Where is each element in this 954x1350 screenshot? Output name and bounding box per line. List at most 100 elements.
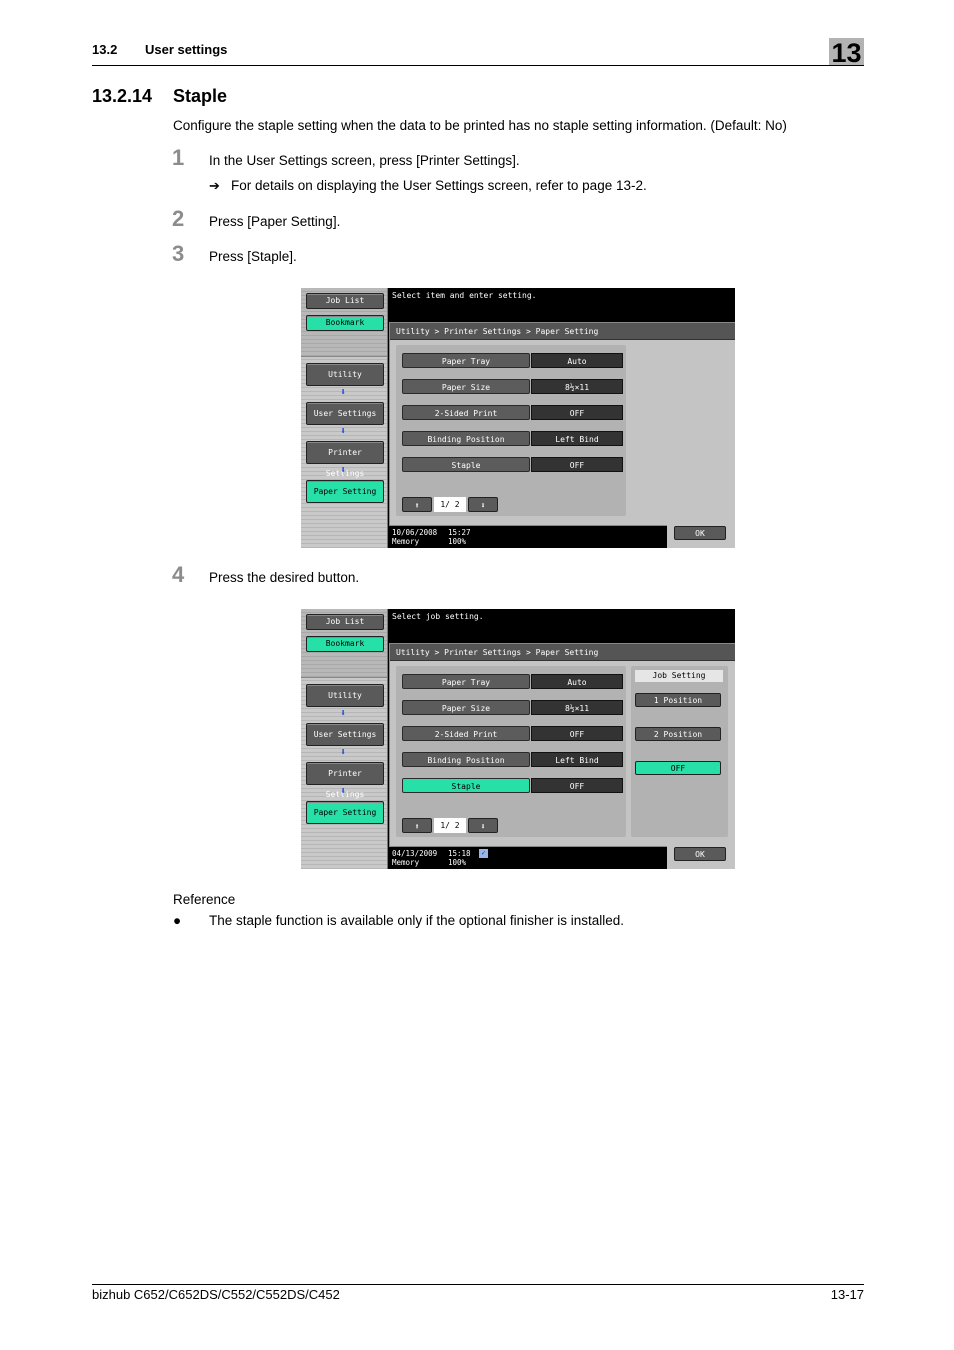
setting-row: Staple OFF <box>402 457 623 472</box>
staple-button[interactable]: Staple <box>402 778 530 793</box>
1-position-button[interactable]: 1 Position <box>635 693 721 707</box>
nav-printer-settings-button[interactable]: Printer Settings <box>306 441 384 478</box>
page-indicator: 1/ 2 <box>434 497 466 512</box>
chapter-number-badge: 13 <box>829 38 864 68</box>
setting-row: Binding Position Left Bind <box>402 431 623 446</box>
status-memory-label: Memory <box>392 537 420 546</box>
status-date-memory: 04/13/2009 Memory <box>392 849 437 867</box>
setting-row: Paper Size 8½×11 <box>402 700 623 715</box>
header-divider <box>92 65 864 66</box>
settings-panel: Utility > Printer Settings > Paper Setti… <box>389 643 735 847</box>
heading-number: 13.2.14 <box>92 86 153 106</box>
setting-value: OFF <box>531 778 623 793</box>
header-section-number: 13.2 <box>92 42 118 57</box>
nav-utility-button[interactable]: Utility <box>306 363 384 386</box>
job-setting-panel: Job Setting 1 Position 2 Position OFF <box>631 666 728 837</box>
setting-row: Staple OFF <box>402 778 623 793</box>
status-memory-label: Memory <box>392 858 420 867</box>
page-up-button[interactable]: ⬆ <box>402 497 432 512</box>
paper-size-button[interactable]: Paper Size <box>402 379 530 394</box>
ok-button[interactable]: OK <box>674 526 726 540</box>
down-arrow-icon: ⬇ <box>340 786 347 797</box>
paper-size-button[interactable]: Paper Size <box>402 700 530 715</box>
job-list-button[interactable]: Job List <box>306 293 384 309</box>
setting-row: 2-Sided Print OFF <box>402 405 623 420</box>
nav-utility-button[interactable]: Utility <box>306 684 384 707</box>
staple-button[interactable]: Staple <box>402 457 530 472</box>
status-date-memory: 10/06/2008 Memory <box>392 528 437 546</box>
status-date: 10/06/2008 <box>392 528 438 537</box>
setting-row: Paper Tray Auto <box>402 674 623 689</box>
2-sided-print-button[interactable]: 2-Sided Print <box>402 726 530 741</box>
status-time: 15:18 <box>448 849 471 858</box>
ok-button[interactable]: OK <box>674 847 726 861</box>
page-indicator: 1/ 2 <box>434 818 466 833</box>
2-position-button[interactable]: 2 Position <box>635 727 721 741</box>
status-memory-value: 100% <box>448 858 467 867</box>
nav-user-settings-button[interactable]: User Settings <box>306 723 384 746</box>
nav-paper-setting-button[interactable]: Paper Setting <box>306 801 384 824</box>
status-time-memory: 15:18 100% <box>448 849 471 867</box>
setting-row: Binding Position Left Bind <box>402 752 623 767</box>
intro-paragraph: Configure the staple setting when the da… <box>173 118 787 133</box>
job-list-button[interactable]: Job List <box>306 614 384 630</box>
nav-printer-settings-button[interactable]: Printer Settings <box>306 762 384 799</box>
step-number: 3 <box>172 241 185 266</box>
settings-list: Paper Tray Auto Paper Size 8½×11 2-Sided… <box>396 666 626 837</box>
off-button[interactable]: OFF <box>635 761 721 775</box>
step-subtext: For details on displaying the User Setti… <box>231 178 647 193</box>
sidebar: Job List Bookmark Utility ⬇ User Setting… <box>301 609 388 869</box>
reference-label: Reference <box>173 892 236 907</box>
setting-value: OFF <box>531 457 623 472</box>
paper-tray-button[interactable]: Paper Tray <box>402 353 530 368</box>
2-sided-print-button[interactable]: 2-Sided Print <box>402 405 530 420</box>
bullet-icon: ● <box>173 913 182 928</box>
page-down-button[interactable]: ⬇ <box>468 818 498 833</box>
footer-product: bizhub C652/C652DS/C552/C552DS/C452 <box>92 1287 340 1302</box>
footer-divider <box>92 1284 864 1285</box>
reference-item: The staple function is available only if… <box>209 913 624 928</box>
setting-value: Auto <box>531 353 623 368</box>
job-setting-title: Job Setting <box>635 670 723 682</box>
breadcrumb: Utility > Printer Settings > Paper Setti… <box>390 323 735 340</box>
status-time: 15:27 <box>448 528 471 537</box>
binding-position-button[interactable]: Binding Position <box>402 752 530 767</box>
step-text: In the User Settings screen, press [Prin… <box>209 153 520 168</box>
settings-panel: Utility > Printer Settings > Paper Setti… <box>389 322 735 526</box>
down-arrow-icon: ⬇ <box>340 387 347 398</box>
status-date: 04/13/2009 <box>392 849 438 858</box>
arrow-icon: ➔ <box>209 178 220 193</box>
down-arrow-icon: ⬇ <box>340 747 347 758</box>
footer-page-number: 13-17 <box>830 1287 864 1302</box>
down-arrow-icon: ⬇ <box>340 465 347 476</box>
setting-row: Paper Size 8½×11 <box>402 379 623 394</box>
step-number: 2 <box>172 206 185 231</box>
screen-message: Select job setting. <box>392 612 484 621</box>
setting-row: Paper Tray Auto <box>402 353 623 368</box>
heading-title: Staple <box>173 86 228 106</box>
binding-position-button[interactable]: Binding Position <box>402 431 530 446</box>
screen-message: Select item and enter setting. <box>392 291 537 300</box>
nav-user-settings-button[interactable]: User Settings <box>306 402 384 425</box>
step-text: Press [Staple]. <box>209 249 297 264</box>
bookmark-button[interactable]: Bookmark <box>306 315 384 331</box>
setting-value: OFF <box>531 405 623 420</box>
step-text: Press [Paper Setting]. <box>209 214 341 229</box>
network-icon: ✓ <box>479 849 488 858</box>
paper-tray-button[interactable]: Paper Tray <box>402 674 530 689</box>
nav-paper-setting-button[interactable]: Paper Setting <box>306 480 384 503</box>
settings-list: Paper Tray Auto Paper Size 8½×11 2-Sided… <box>396 345 626 516</box>
setting-value: Left Bind <box>531 431 623 446</box>
step-text: Press the desired button. <box>209 570 360 585</box>
header-section-title: User settings <box>145 42 228 57</box>
status-memory-value: 100% <box>448 537 467 546</box>
page-up-button[interactable]: ⬆ <box>402 818 432 833</box>
breadcrumb: Utility > Printer Settings > Paper Setti… <box>390 644 735 661</box>
page-down-button[interactable]: ⬇ <box>468 497 498 512</box>
down-arrow-icon: ⬇ <box>340 426 347 437</box>
setting-value: Left Bind <box>531 752 623 767</box>
screenshot-paper-setting: Job List Bookmark Utility ⬇ User Setting… <box>301 288 735 548</box>
sidebar: Job List Bookmark Utility ⬇ User Setting… <box>301 288 388 548</box>
bookmark-button[interactable]: Bookmark <box>306 636 384 652</box>
setting-value: 8½×11 <box>531 700 623 715</box>
